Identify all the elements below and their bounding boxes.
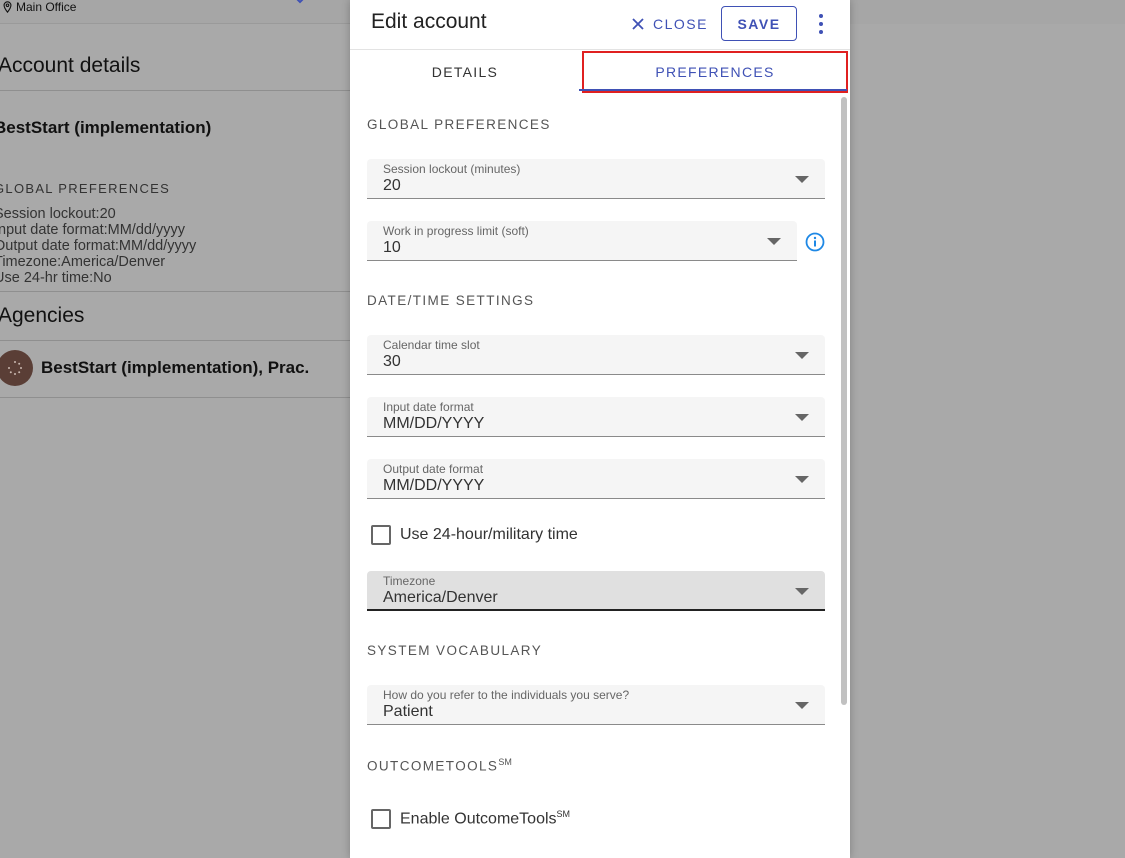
account-details-heading: Account details — [0, 54, 141, 77]
more-options-button[interactable] — [813, 10, 829, 38]
military-time-label: Use 24-hour/military time — [400, 526, 578, 543]
pref-line: Session lockout:20 — [0, 206, 116, 222]
field-label: Timezone — [383, 574, 436, 588]
field-value: 30 — [383, 353, 401, 370]
dropdown-arrow-icon — [795, 176, 809, 183]
edit-account-dialog: Edit account CLOSE SAVE DETAILS PREFEREN… — [350, 0, 850, 858]
military-time-checkbox-row[interactable]: Use 24-hour/military time — [371, 525, 578, 545]
dropdown-arrow-icon — [795, 414, 809, 421]
global-preferences-heading: GLOBAL PREFERENCES — [0, 181, 171, 196]
close-icon — [632, 18, 644, 30]
scroll-thumb[interactable] — [841, 97, 847, 705]
service-mark: SM — [556, 809, 571, 820]
military-time-checkbox[interactable] — [371, 525, 391, 545]
more-vert-icon — [819, 14, 823, 18]
field-label: Output date format — [383, 462, 484, 476]
wip-limit-select[interactable]: Work in progress limit (soft) 10 — [367, 221, 797, 261]
account-name: BestStart (implementation) — [0, 118, 212, 137]
divider — [0, 340, 350, 341]
field-value: MM/DD/YYYY — [383, 477, 485, 494]
field-label: Calendar time slot — [383, 338, 480, 352]
field-value: MM/DD/YYYY — [383, 415, 485, 432]
info-icon[interactable] — [805, 232, 825, 252]
service-mark: SM — [498, 757, 512, 767]
tab-bar: DETAILS PREFERENCES — [350, 51, 850, 93]
enable-outcometools-checkbox[interactable] — [371, 809, 391, 829]
section-global-preferences: GLOBAL PREFERENCES — [367, 117, 551, 132]
enable-outcometools-checkbox-row[interactable]: Enable OutcomeToolsSM — [371, 809, 570, 829]
agency-avatar — [0, 350, 33, 386]
office-name: Main Office — [16, 0, 77, 14]
close-label: CLOSE — [653, 16, 708, 32]
scrollbar[interactable] — [839, 93, 847, 858]
field-value: America/Denver — [383, 589, 498, 606]
timezone-select[interactable]: Timezone America/Denver — [367, 571, 825, 611]
divider — [0, 90, 350, 91]
agency-name: BestStart (implementation), Prac. — [41, 358, 310, 377]
divider — [0, 397, 350, 398]
dropdown-arrow-icon — [795, 476, 809, 483]
pref-line: Timezone:America/Denver — [0, 254, 166, 270]
field-label: Session lockout (minutes) — [383, 162, 521, 176]
section-outcometools: OUTCOMETOOLSSM — [367, 757, 512, 774]
pref-line: Use 24-hr time:No — [0, 270, 112, 286]
close-button[interactable]: CLOSE — [631, 12, 708, 36]
loading-spinner-icon — [8, 361, 22, 375]
dropdown-arrow-icon — [795, 588, 809, 595]
section-system-vocabulary: SYSTEM VOCABULARY — [367, 643, 543, 658]
dropdown-arrow-icon — [767, 238, 781, 245]
save-button[interactable]: SAVE — [721, 6, 797, 41]
enable-outcometools-label: Enable OutcomeToolsSM — [400, 809, 570, 828]
pref-line: Input date format:MM/dd/yyyy — [0, 222, 185, 238]
individuals-term-select[interactable]: How do you refer to the individuals you … — [367, 685, 825, 725]
input-date-format-select[interactable]: Input date format MM/DD/YYYY — [367, 397, 825, 437]
session-lockout-select[interactable]: Session lockout (minutes) 20 — [367, 159, 825, 199]
tab-details[interactable]: DETAILS — [350, 51, 580, 93]
chevron-down-icon — [296, 0, 304, 4]
dropdown-arrow-icon — [795, 352, 809, 359]
field-label: How do you refer to the individuals you … — [383, 688, 630, 702]
enable-outcometools-text: Enable OutcomeTools — [400, 810, 557, 828]
active-tab-indicator — [579, 89, 847, 91]
tab-preferences[interactable]: PREFERENCES — [582, 51, 848, 93]
section-datetime-settings: DATE/TIME SETTINGS — [367, 293, 535, 308]
field-value: 10 — [383, 239, 401, 256]
dialog-title: Edit account — [371, 10, 487, 33]
pref-line: Output date format:MM/dd/yyyy — [0, 238, 197, 254]
calendar-time-slot-select[interactable]: Calendar time slot 30 — [367, 335, 825, 375]
dialog-header: Edit account CLOSE SAVE — [350, 0, 850, 50]
field-value: Patient — [383, 703, 433, 720]
divider — [0, 291, 350, 292]
section-outcometools-text: OUTCOMETOOLS — [367, 758, 499, 774]
agencies-heading: Agencies — [0, 304, 85, 327]
output-date-format-select[interactable]: Output date format MM/DD/YYYY — [367, 459, 825, 499]
background-top-bar-right — [850, 0, 1125, 24]
dropdown-arrow-icon — [795, 702, 809, 709]
office-indicator: Main Office — [2, 0, 76, 14]
preferences-panel: GLOBAL PREFERENCES Session lockout (minu… — [350, 93, 840, 858]
location-pin-icon — [3, 1, 12, 13]
field-value: 20 — [383, 177, 401, 194]
field-label: Input date format — [383, 400, 474, 414]
field-label: Work in progress limit (soft) — [383, 224, 529, 238]
